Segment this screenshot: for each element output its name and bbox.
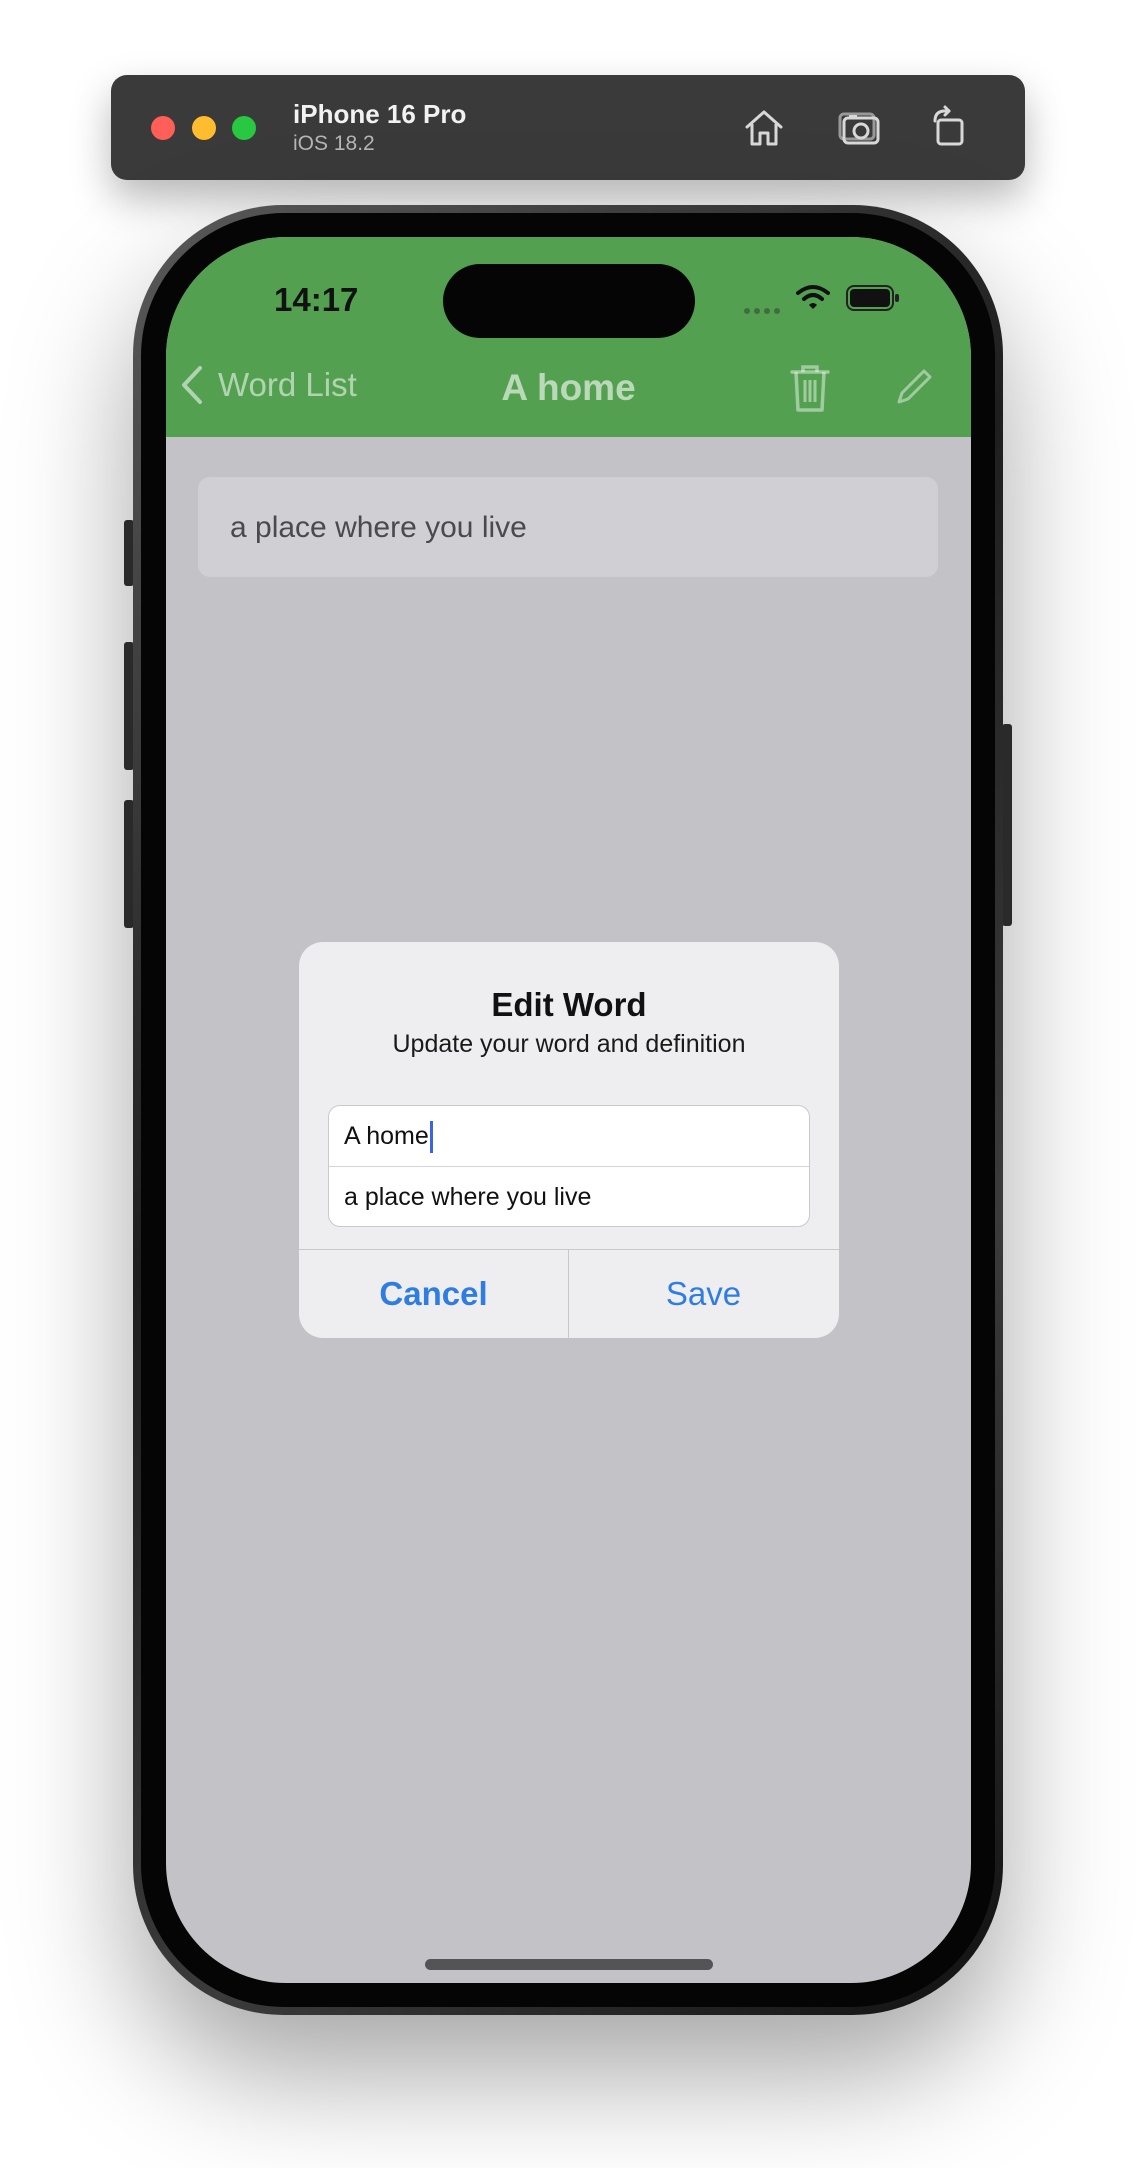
definition-input[interactable]: a place where you live	[329, 1166, 809, 1226]
power-button[interactable]	[1002, 724, 1012, 926]
minimize-window-button[interactable]	[192, 116, 216, 140]
word-input-value: A home	[344, 1122, 429, 1150]
wifi-icon	[796, 285, 830, 309]
screenshot-icon[interactable]	[835, 103, 885, 153]
save-button[interactable]: Save	[569, 1250, 838, 1338]
zoom-window-button[interactable]	[232, 116, 256, 140]
alert-title: Edit Word	[491, 986, 647, 1023]
navigation-bar: 14:17 Word List A home	[166, 237, 971, 437]
dynamic-island	[443, 264, 695, 338]
text-cursor	[429, 1121, 433, 1154]
alert-fields: A home a place where you live	[328, 1105, 810, 1227]
device-name: iPhone 16 Pro	[293, 99, 467, 129]
phone-screen: 14:17 Word List A home a place where you…	[166, 237, 971, 1983]
trash-icon[interactable]	[788, 362, 832, 414]
cancel-button[interactable]: Cancel	[299, 1250, 568, 1338]
rotate-icon[interactable]	[925, 103, 975, 153]
cellular-signal-icon	[744, 308, 780, 314]
definition-text: a place where you live	[230, 511, 527, 544]
home-indicator[interactable]	[425, 1959, 713, 1970]
status-time: 14:17	[274, 281, 359, 318]
os-version: iOS 18.2	[293, 132, 375, 155]
alert-message: Update your word and definition	[392, 1030, 746, 1058]
definition-input-value: a place where you live	[344, 1183, 592, 1211]
nav-title: A home	[501, 367, 636, 408]
pencil-icon[interactable]	[894, 367, 934, 407]
close-window-button[interactable]	[151, 116, 175, 140]
edit-word-alert: Edit Word Update your word and definitio…	[299, 942, 839, 1338]
battery-icon	[846, 285, 899, 311]
simulator-toolbar: iPhone 16 Pro iOS 18.2	[111, 75, 1025, 180]
home-icon[interactable]	[739, 103, 789, 153]
definition-card: a place where you live	[198, 477, 938, 577]
word-input[interactable]: A home	[329, 1106, 809, 1166]
